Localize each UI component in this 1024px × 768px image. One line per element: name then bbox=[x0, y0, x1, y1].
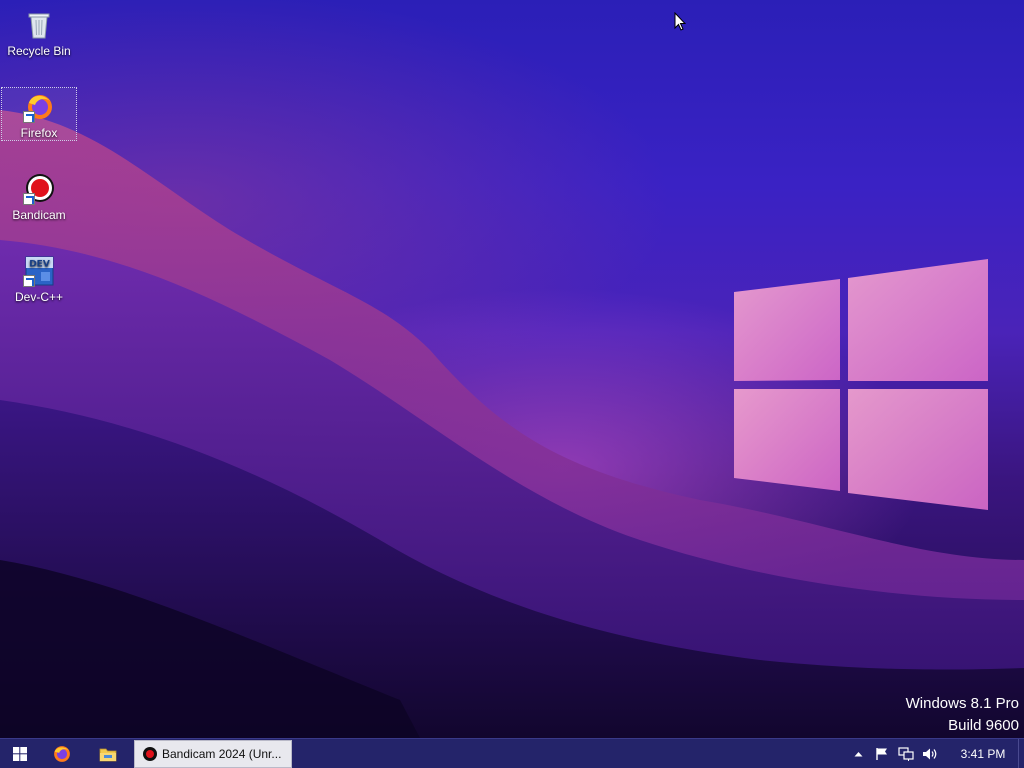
network-icon[interactable] bbox=[894, 739, 918, 768]
show-desktop-button[interactable] bbox=[1018, 738, 1024, 768]
taskbar-task-bandicam[interactable]: Bandicam 2024 (Unr... bbox=[134, 739, 292, 768]
desktop-icon-firefox[interactable]: Firefox bbox=[1, 87, 77, 141]
recycle-bin-icon bbox=[23, 9, 55, 41]
bandicam-record-icon bbox=[143, 746, 157, 761]
volume-icon[interactable] bbox=[918, 739, 942, 768]
desktop-icon-dev-cpp[interactable]: DEV Dev-C++ bbox=[2, 252, 76, 304]
action-center-flag-icon[interactable] bbox=[870, 739, 894, 768]
taskbar: Bandicam 2024 (Unr... 3:41 PM bbox=[0, 738, 1024, 768]
folder-icon bbox=[99, 748, 117, 761]
shortcut-arrow-icon bbox=[23, 111, 35, 123]
desktop-icon-recycle-bin[interactable]: Recycle Bin bbox=[2, 6, 76, 58]
mouse-cursor-icon bbox=[674, 12, 686, 31]
windows-logo-icon bbox=[13, 746, 27, 761]
svg-text:DEV: DEV bbox=[29, 260, 50, 270]
desktop-icon-label: Firefox bbox=[20, 126, 58, 140]
desktop[interactable]: Recycle Bin Firefox Bandicam DEV Dev-C++… bbox=[0, 0, 1024, 738]
watermark-build: Build 9600 bbox=[948, 717, 1019, 734]
windows-logo-graphic bbox=[734, 259, 988, 510]
dev-cpp-icon: DEV bbox=[23, 255, 55, 287]
windows-version-watermark: Windows 8.1 Pro Build 9600 bbox=[906, 693, 1019, 737]
desktop-icon-bandicam[interactable]: Bandicam bbox=[2, 170, 76, 222]
watermark-edition: Windows 8.1 Pro bbox=[905, 695, 1019, 712]
taskbar-pinned-file-explorer[interactable] bbox=[84, 739, 132, 768]
firefox-icon bbox=[54, 745, 70, 762]
bandicam-icon bbox=[23, 173, 55, 205]
system-tray: 3:41 PM bbox=[846, 738, 1024, 768]
taskbar-clock[interactable]: 3:41 PM bbox=[948, 747, 1018, 761]
wallpaper bbox=[0, 110, 1024, 738]
taskbar-pinned-firefox[interactable] bbox=[40, 739, 84, 768]
shortcut-arrow-icon bbox=[23, 193, 35, 205]
show-hidden-icons-chevron-icon[interactable] bbox=[846, 739, 870, 768]
desktop-icon-label: Bandicam bbox=[12, 208, 66, 222]
start-button[interactable] bbox=[0, 739, 40, 768]
desktop-icon-label: Recycle Bin bbox=[7, 44, 71, 58]
shortcut-arrow-icon bbox=[23, 275, 35, 287]
desktop-icon-label: Dev-C++ bbox=[14, 290, 64, 304]
task-label: Bandicam 2024 (Unr... bbox=[162, 746, 282, 761]
firefox-icon bbox=[23, 91, 55, 123]
